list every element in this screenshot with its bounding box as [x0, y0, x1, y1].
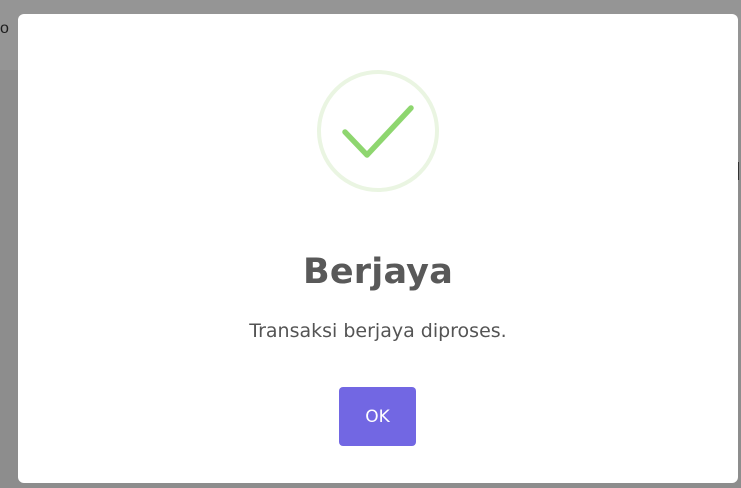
- success-check-icon: [317, 70, 439, 192]
- background-text: o: [0, 20, 9, 37]
- success-dialog: Berjaya Transaksi berjaya diproses. OK: [18, 14, 738, 483]
- ok-button[interactable]: OK: [339, 387, 416, 446]
- success-check-mark: [342, 105, 414, 158]
- dialog-title: Berjaya: [302, 252, 454, 292]
- success-check-ring: [317, 70, 439, 192]
- dialog-message: Transaksi berjaya diproses.: [249, 320, 507, 342]
